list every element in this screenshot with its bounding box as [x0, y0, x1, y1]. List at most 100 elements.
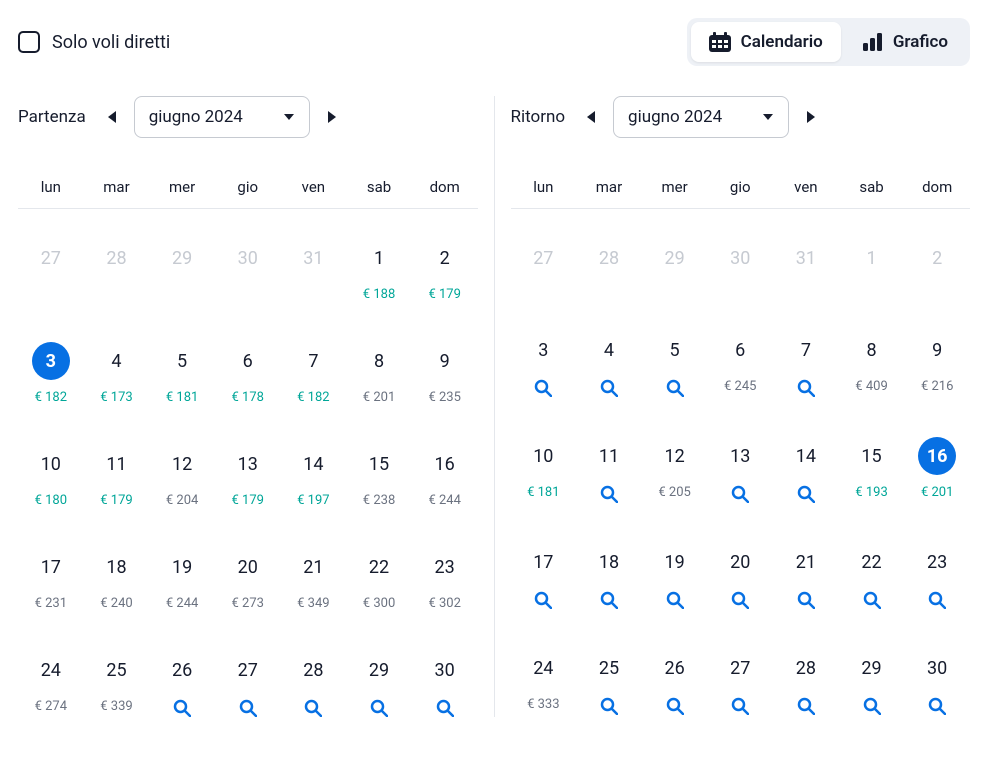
day-cell[interactable]: 17€ 231	[18, 548, 84, 611]
day-cell[interactable]: 19 € 244	[149, 548, 215, 611]
return-prev-month[interactable]	[581, 105, 601, 129]
day-cell[interactable]: 18€ 240	[84, 548, 150, 611]
day-number: 30	[721, 239, 759, 277]
day-number: 5	[656, 331, 694, 369]
day-cell[interactable]: 24€ 274	[18, 651, 84, 717]
day-cell[interactable]: 15€ 193	[839, 437, 905, 503]
day-cell[interactable]: 5€ 181	[149, 342, 215, 405]
day-cell[interactable]: 16€ 201	[904, 437, 970, 503]
day-number: 22	[853, 543, 891, 581]
day-price: € 409	[855, 379, 887, 394]
day-cell: 28	[84, 239, 150, 302]
return-month-select[interactable]: giugno 2024	[613, 96, 789, 138]
day-cell[interactable]: 28	[773, 649, 839, 715]
day-number: 10	[32, 445, 70, 483]
bar-chart-icon	[863, 33, 883, 51]
day-cell[interactable]: 3	[511, 331, 577, 397]
day-cell[interactable]: 27	[707, 649, 773, 715]
day-cell[interactable]: 24€ 333	[511, 649, 577, 715]
day-cell[interactable]: 26	[642, 649, 708, 715]
day-number: 27	[229, 651, 267, 689]
day-number: 3	[524, 331, 562, 369]
day-number: 19	[163, 548, 201, 586]
day-cell[interactable]: 23€ 302	[412, 548, 478, 611]
day-cell[interactable]: 10€ 180	[18, 445, 84, 508]
day-cell[interactable]: 3€ 182	[18, 342, 84, 405]
day-cell[interactable]: 13€ 179	[215, 445, 281, 508]
day-cell[interactable]: 16€ 244	[412, 445, 478, 508]
day-cell[interactable]: 4€ 173	[84, 342, 150, 405]
day-cell[interactable]: 7	[773, 331, 839, 397]
day-cell[interactable]: 11	[576, 437, 642, 503]
day-cell[interactable]: 1€ 188	[346, 239, 412, 302]
day-number: 25	[590, 649, 628, 687]
day-price: € 178	[232, 390, 264, 405]
search-icon	[928, 591, 946, 609]
day-cell[interactable]: 26	[149, 651, 215, 717]
day-cell[interactable]: 19	[642, 543, 708, 609]
day-cell[interactable]: 20€ 273	[215, 548, 281, 611]
day-cell[interactable]: 30	[904, 649, 970, 715]
day-cell[interactable]: 12€ 205	[642, 437, 708, 503]
day-number: 12	[163, 445, 201, 483]
day-cell[interactable]: 14	[773, 437, 839, 503]
day-cell[interactable]: 7€ 182	[281, 342, 347, 405]
day-cell[interactable]: 25€ 339	[84, 651, 150, 717]
day-number: 27	[524, 239, 562, 277]
day-number: 29	[853, 649, 891, 687]
day-price: € 349	[297, 596, 329, 611]
day-cell[interactable]: 20	[707, 543, 773, 609]
day-number: 11	[590, 437, 628, 475]
day-number: 9	[426, 342, 464, 380]
day-cell[interactable]: 8€ 201	[346, 342, 412, 405]
day-cell[interactable]: 21€ 349	[281, 548, 347, 611]
calendar-view-button[interactable]: Calendario	[691, 22, 841, 62]
day-number: 6	[229, 342, 267, 380]
chart-view-button[interactable]: Grafico	[845, 22, 966, 62]
day-price: € 238	[363, 493, 395, 508]
day-cell[interactable]: 14€ 197	[281, 445, 347, 508]
day-cell[interactable]: 6 € 178	[215, 342, 281, 405]
day-cell[interactable]: 23	[904, 543, 970, 609]
day-cell[interactable]: 11€ 179	[84, 445, 150, 508]
day-cell[interactable]: 6€ 245	[707, 331, 773, 397]
day-cell[interactable]: 29	[839, 649, 905, 715]
day-cell[interactable]: 22€ 300	[346, 548, 412, 611]
day-cell[interactable]: 10€ 181	[511, 437, 577, 503]
return-next-month[interactable]	[801, 105, 821, 129]
day-number: 31	[294, 239, 332, 277]
departure-month-select[interactable]: giugno 2024	[134, 96, 310, 138]
day-number: 2	[426, 239, 464, 277]
day-cell[interactable]: 29	[346, 651, 412, 717]
day-number: 18	[97, 548, 135, 586]
search-icon	[731, 697, 749, 715]
calendar-view-label: Calendario	[741, 32, 823, 52]
weekday-label: sab	[346, 178, 412, 196]
day-cell[interactable]: 15€ 238	[346, 445, 412, 508]
day-cell[interactable]: 28	[281, 651, 347, 717]
day-cell[interactable]: 5	[642, 331, 708, 397]
day-cell[interactable]: 30	[412, 651, 478, 717]
day-cell[interactable]: 27	[215, 651, 281, 717]
day-price: € 182	[297, 390, 329, 405]
day-cell[interactable]: 4	[576, 331, 642, 397]
day-cell[interactable]: 13	[707, 437, 773, 503]
day-cell[interactable]: 21	[773, 543, 839, 609]
day-number: 28	[787, 649, 825, 687]
day-cell[interactable]: 2€ 179	[412, 239, 478, 302]
direct-only-checkbox[interactable]	[18, 31, 40, 53]
departure-next-month[interactable]	[322, 105, 342, 129]
day-cell[interactable]: 22	[839, 543, 905, 609]
day-cell[interactable]: 9€ 216	[904, 331, 970, 397]
day-number: 22	[360, 548, 398, 586]
day-price: € 244	[166, 596, 198, 611]
day-cell[interactable]: 8€ 409	[839, 331, 905, 397]
day-cell[interactable]: 18	[576, 543, 642, 609]
day-cell[interactable]: 9€ 235	[412, 342, 478, 405]
day-number: 16	[426, 445, 464, 483]
day-cell[interactable]: 25	[576, 649, 642, 715]
day-cell[interactable]: 12€ 204	[149, 445, 215, 508]
day-number: 30	[918, 649, 956, 687]
departure-prev-month[interactable]	[102, 105, 122, 129]
day-cell[interactable]: 17	[511, 543, 577, 609]
